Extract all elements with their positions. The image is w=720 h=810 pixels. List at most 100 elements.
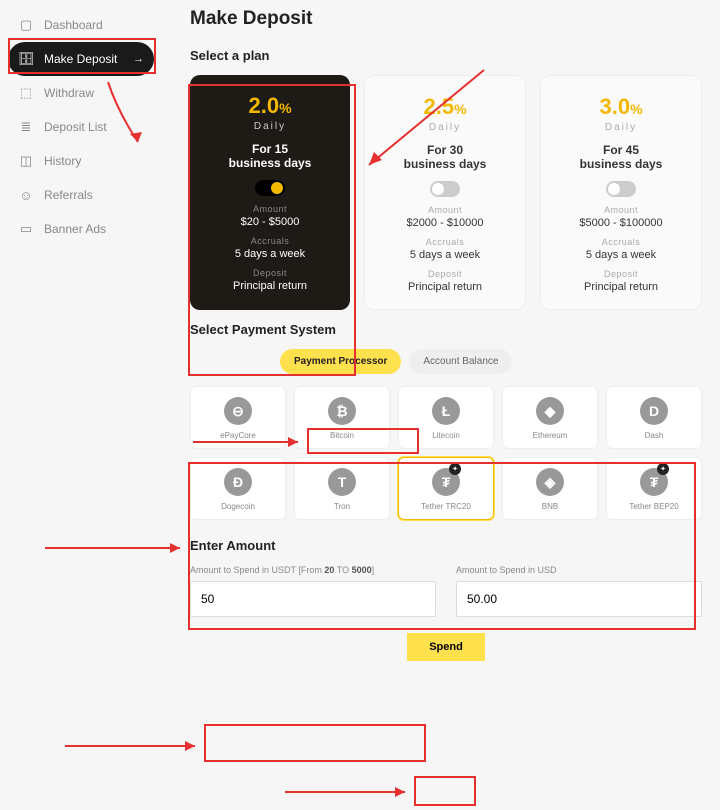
plan-accruals-lbl: Accruals [551, 237, 691, 247]
plan-daily: Daily [375, 122, 515, 133]
tab-payment-processor[interactable]: Payment Processor [280, 349, 401, 374]
list-icon: ≣ [18, 119, 34, 135]
amount-usdt-label: Amount to Spend in USDT [From 20 TO 5000… [190, 565, 436, 575]
plan-amount-lbl: Amount [551, 205, 691, 215]
dash-icon: D [640, 397, 668, 425]
amount-usd-input[interactable] [456, 581, 702, 617]
sidebar-label: Banner Ads [44, 222, 106, 236]
plan-daily: Daily [200, 121, 340, 132]
sidebar-item-banner-ads[interactable]: ▭ Banner Ads [8, 212, 154, 246]
plan-pct: 2.5 [423, 94, 454, 119]
badge-icon: ✦ [449, 463, 461, 475]
proc-label: BNB [507, 502, 593, 511]
amount-usd-col: Amount to Spend in USD [456, 565, 702, 617]
plan-pct: 3.0 [599, 94, 630, 119]
plan-for2: business days [551, 157, 691, 171]
sidebar-item-deposit-list[interactable]: ≣ Deposit List [8, 110, 154, 144]
sidebar-label: History [44, 154, 81, 168]
bnb-icon: ◈ [536, 468, 564, 496]
amount-usdt-col: Amount to Spend in USDT [From 20 TO 5000… [190, 565, 436, 617]
proc-tether-bep20[interactable]: ✦₮Tether BEP20 [606, 457, 702, 520]
plan-amount: $20 - $5000 [200, 216, 340, 228]
proc-label: ePayCore [195, 431, 281, 440]
sidebar: ▢Dashboard 🗄 Make Deposit → ⬚Withdraw ≣ Dep… [0, 0, 162, 810]
bitcoin-icon: ₿ [328, 397, 356, 425]
plan-deposit-lbl: Deposit [551, 269, 691, 279]
spend-button[interactable]: Spend [407, 633, 485, 661]
proc-tether-trc20[interactable]: ✦₮Tether TRC20 [398, 457, 494, 520]
plan-deposit: Principal return [375, 281, 515, 293]
tab-account-balance[interactable]: Account Balance [409, 349, 512, 374]
plan-pctsign: % [279, 100, 291, 116]
sidebar-label: Dashboard [44, 18, 103, 32]
deposit-icon: 🗄 [18, 51, 34, 67]
plan-deposit-lbl: Deposit [375, 269, 515, 279]
plan-daily: Daily [551, 122, 691, 133]
proc-label: Litecoin [403, 431, 489, 440]
proc-litecoin[interactable]: Ł Litecoin [398, 386, 494, 449]
plan-amount-lbl: Amount [375, 205, 515, 215]
proc-label: Tether BEP20 [611, 502, 697, 511]
banner-icon: ▭ [18, 221, 34, 237]
page-title: Make Deposit [190, 8, 702, 30]
plan-pctsign: % [454, 101, 466, 117]
payment-tabs: Payment Processor Account Balance [280, 349, 702, 374]
ethereum-icon: ◆ [536, 397, 564, 425]
amount-row: Amount to Spend in USDT [From 20 TO 5000… [190, 565, 702, 617]
tron-icon: T [328, 468, 356, 496]
proc-label: Tether TRC20 [403, 502, 489, 511]
sidebar-label: Deposit List [44, 120, 107, 134]
amount-usd-label: Amount to Spend in USD [456, 565, 702, 575]
sidebar-label: Referrals [44, 188, 93, 202]
section-select-plan: Select a plan [190, 48, 702, 63]
plan-amount: $2000 - $10000 [375, 217, 515, 229]
plan-accruals: 5 days a week [200, 248, 340, 260]
plan-card-3[interactable]: 3.0% Daily For 45 business days Amount $… [540, 75, 702, 310]
plan-for1: For 15 [200, 142, 340, 156]
plan-accruals-lbl: Accruals [200, 236, 340, 246]
arrow-right-icon: → [133, 53, 144, 65]
proc-tron[interactable]: T Tron [294, 457, 390, 520]
proc-dogecoin[interactable]: Ð Dogecoin [190, 457, 286, 520]
proc-label: Dogecoin [195, 502, 281, 511]
epaycore-icon: ⊖ [224, 397, 252, 425]
proc-bitcoin[interactable]: ₿ Bitcoin [294, 386, 390, 449]
history-icon: ◫ [18, 153, 34, 169]
sidebar-item-referrals[interactable]: ☺Referrals [8, 178, 154, 212]
plan-accruals: 5 days a week [375, 249, 515, 261]
plans-row: 2.0% Daily For 15 business days Amount $… [190, 75, 702, 310]
plan-deposit: Principal return [200, 280, 340, 292]
plan-toggle[interactable] [606, 181, 636, 197]
plan-for2: business days [375, 157, 515, 171]
sidebar-item-make-deposit[interactable]: 🗄 Make Deposit → [8, 42, 154, 76]
plan-card-1[interactable]: 2.0% Daily For 15 business days Amount $… [190, 75, 350, 310]
proc-epaycore[interactable]: ⊖ ePayCore [190, 386, 286, 449]
proc-bnb[interactable]: ◈ BNB [502, 457, 598, 520]
proc-label: Dash [611, 431, 697, 440]
plan-pctsign: % [630, 101, 642, 117]
amount-usdt-input[interactable] [190, 581, 436, 617]
plan-for1: For 45 [551, 143, 691, 157]
plan-toggle[interactable] [430, 181, 460, 197]
proc-ethereum[interactable]: ◆ Ethereum [502, 386, 598, 449]
section-select-payment: Select Payment System [190, 322, 702, 337]
plan-for1: For 30 [375, 143, 515, 157]
section-enter-amount: Enter Amount [190, 538, 702, 553]
sidebar-item-withdraw[interactable]: ⬚Withdraw [8, 76, 154, 110]
sidebar-label: Make Deposit [44, 52, 117, 66]
processor-grid: ⊖ ePayCore ₿ Bitcoin Ł Litecoin ◆ Ethereum D… [190, 386, 702, 520]
plan-accruals: 5 days a week [551, 249, 691, 261]
dogecoin-icon: Ð [224, 468, 252, 496]
litecoin-icon: Ł [432, 397, 460, 425]
main-content: Make Deposit Select a plan 2.0% Daily Fo… [162, 0, 720, 810]
proc-label: Tron [299, 502, 385, 511]
plan-deposit-lbl: Deposit [200, 268, 340, 278]
proc-dash[interactable]: D Dash [606, 386, 702, 449]
sidebar-item-history[interactable]: ◫ History [8, 144, 154, 178]
plan-card-2[interactable]: 2.5% Daily For 30 business days Amount $… [364, 75, 526, 310]
plan-toggle[interactable] [255, 180, 285, 196]
withdraw-icon: ⬚ [18, 85, 34, 101]
sidebar-item-dashboard[interactable]: ▢Dashboard [8, 8, 154, 42]
proc-label: Ethereum [507, 431, 593, 440]
proc-label: Bitcoin [299, 431, 385, 440]
